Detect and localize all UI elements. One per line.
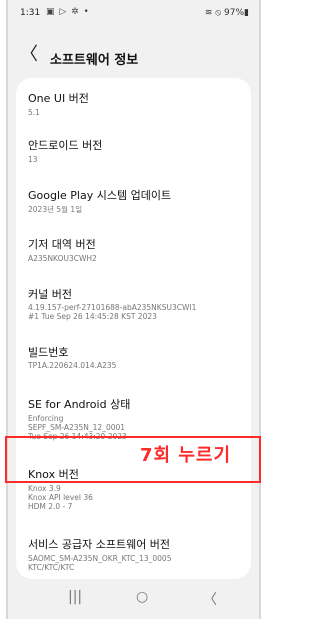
header: 〈 소프트웨어 정보 <box>8 34 259 80</box>
tap-seven-times-annotation: 7회 누르기 <box>140 445 232 466</box>
item-value: 5.1 <box>28 108 40 117</box>
home-icon[interactable]: ○ <box>136 589 148 605</box>
back-icon[interactable]: 〈 <box>203 589 217 609</box>
back-arrow-icon[interactable]: 〈 <box>20 46 38 64</box>
item-value: 4.19.157-perf-27101688-abA235NKSU3CWI1 #… <box>28 303 197 321</box>
status-right-icons: ≋ ⦸ 97%▮ <box>204 8 249 18</box>
item-value: SAOMC_SM-A235N_OKR_KTC_13_0005 KTC/KTC/K… <box>28 554 172 572</box>
settings-item-android-version[interactable]: 안드로이드 버전 13 <box>16 137 251 177</box>
item-value: 13 <box>28 155 38 164</box>
item-value: Knox 3.9 Knox API level 36 HDM 2.0 - 7 <box>28 484 93 511</box>
settings-item-baseband-version[interactable]: 기저 대역 버전 A235NKOU3CWH2 <box>16 236 251 276</box>
status-time: 1:31 <box>20 8 41 18</box>
navigation-bar: ||| ○ 〈 <box>8 579 259 619</box>
item-label: 빌드번호 <box>28 346 69 359</box>
status-bar: 1:31 ▣ ▷ ✲ • ≋ ⦸ 97%▮ <box>8 0 259 28</box>
settings-item-google-play-update[interactable]: Google Play 시스템 업데이트 2023년 5월 1일 <box>16 187 251 227</box>
phone-frame: 1:31 ▣ ▷ ✲ • ≋ ⦸ 97%▮ 〈 소프트웨어 정보 One UI … <box>6 0 261 619</box>
item-value: A235NKOU3CWH2 <box>28 254 97 263</box>
item-value: TP1A.220624.014.A235 <box>28 361 117 370</box>
settings-item-provider-software-version[interactable]: 서비스 공급자 소프트웨어 버전 SAOMC_SM-A235N_OKR_KTC_… <box>16 536 251 580</box>
settings-card: One UI 버전 5.1 안드로이드 버전 13 Google Play 시스… <box>16 78 251 579</box>
page-title: 소프트웨어 정보 <box>50 53 139 68</box>
item-label: Google Play 시스템 업데이트 <box>28 189 172 202</box>
item-label: 서비스 공급자 소프트웨어 버전 <box>28 538 171 551</box>
item-label: One UI 버전 <box>28 92 89 105</box>
item-label: 커널 버전 <box>28 288 72 301</box>
settings-item-build-number[interactable]: 빌드번호 TP1A.220624.014.A235 <box>16 344 251 384</box>
item-label: 기저 대역 버전 <box>28 238 96 251</box>
item-label: SE for Android 상태 <box>28 398 131 411</box>
settings-item-one-ui-version[interactable]: One UI 버전 5.1 <box>16 90 251 130</box>
item-value: 2023년 5월 1일 <box>28 205 83 214</box>
notification-icons: ▣ ▷ ✲ • <box>46 7 90 17</box>
recents-icon[interactable]: ||| <box>68 589 82 605</box>
settings-item-kernel-version[interactable]: 커널 버전 4.19.157-perf-27101688-abA235NKSU3… <box>16 286 251 336</box>
item-label: 안드로이드 버전 <box>28 139 103 152</box>
